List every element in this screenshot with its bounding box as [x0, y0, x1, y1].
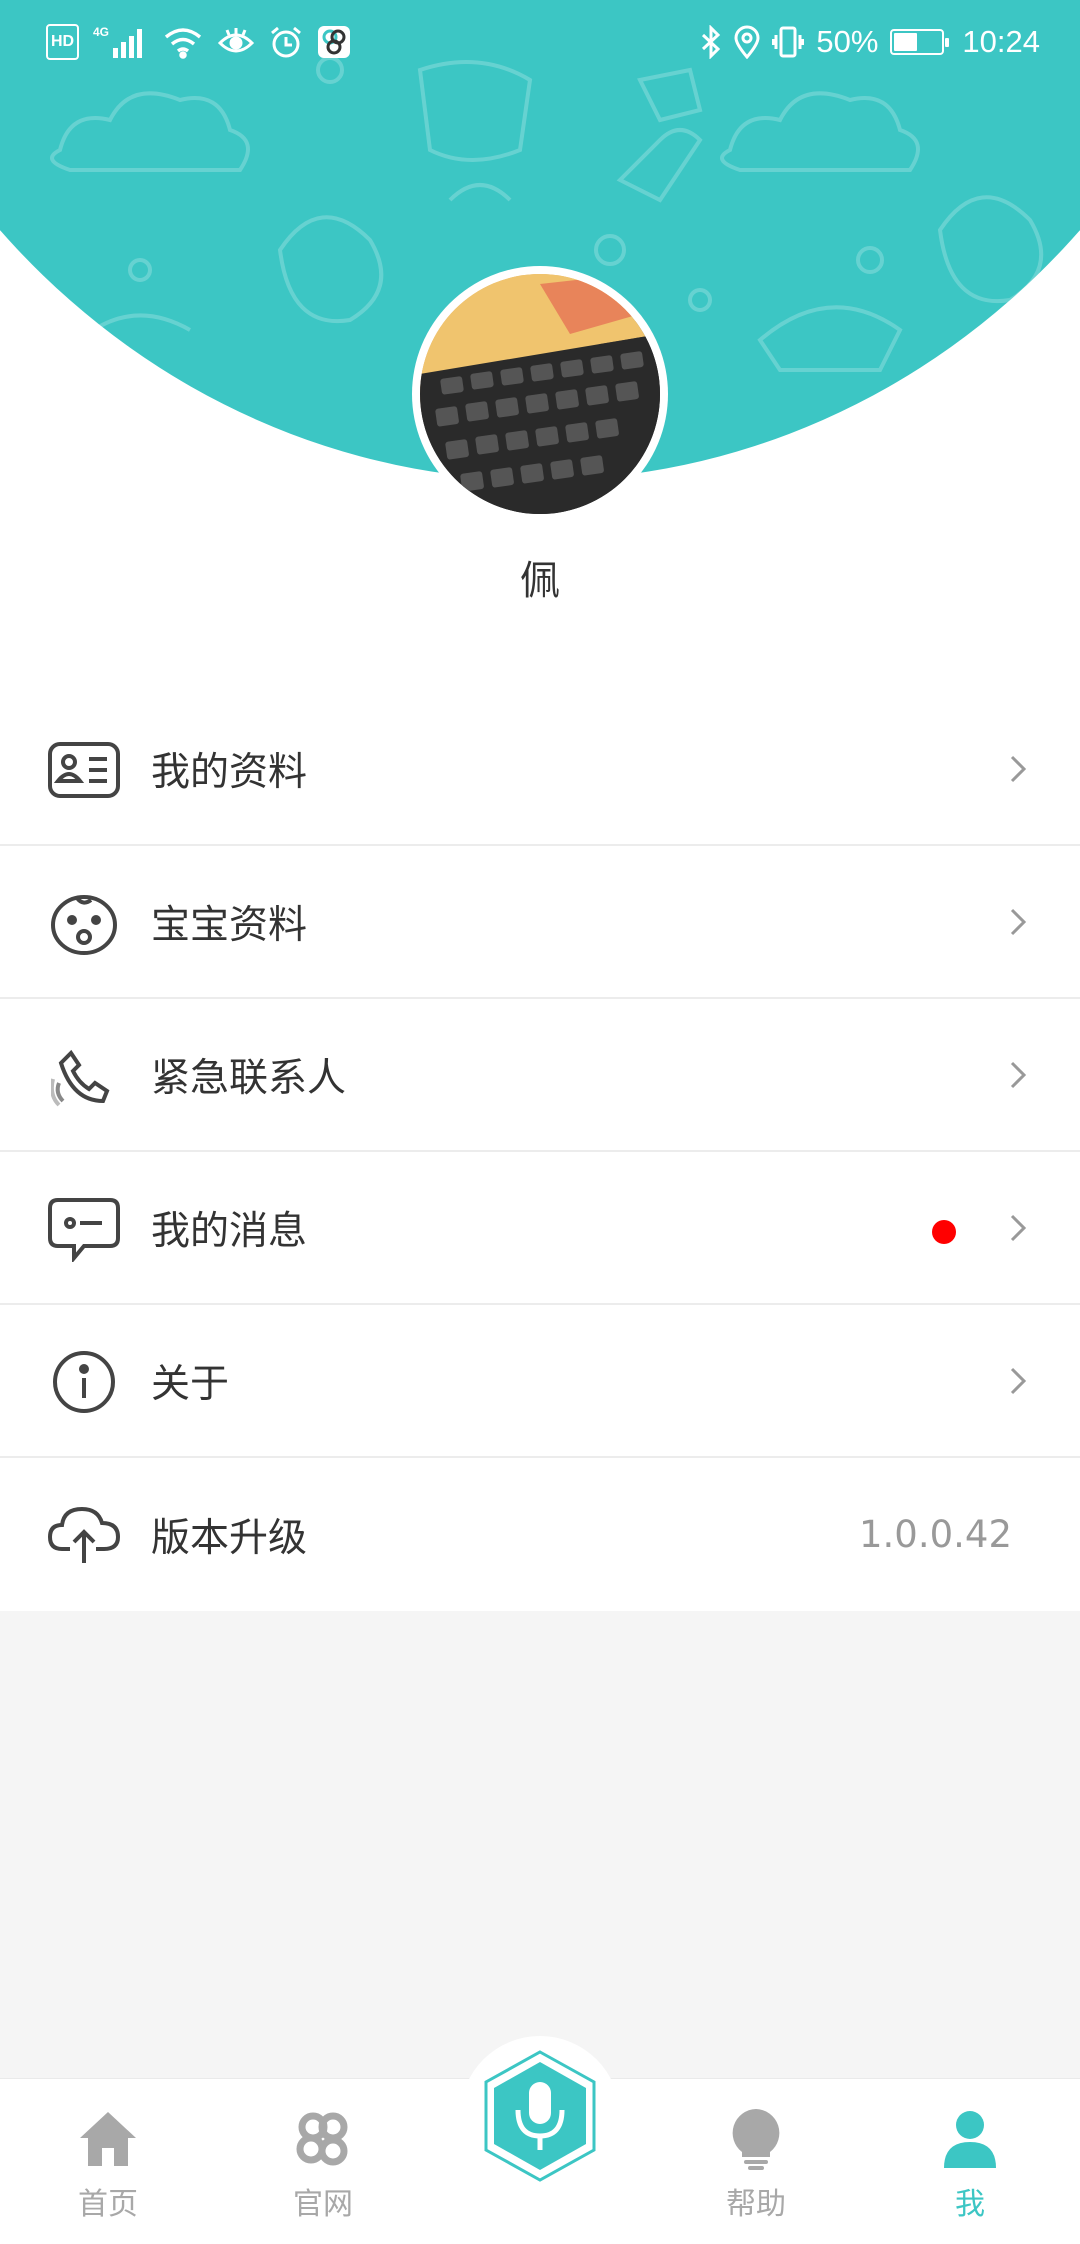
voice-button[interactable] [460, 2036, 620, 2196]
menu-item-version-upgrade[interactable]: 版本升级 1.0.0.42 [0, 1458, 1080, 1611]
menu-label: 我的资料 [151, 749, 308, 795]
menu-item-baby-profile[interactable]: 宝宝资料 [0, 846, 1080, 999]
avatar-photo [420, 274, 660, 514]
tab-label: 官网 [293, 2187, 353, 2222]
person-icon [938, 2107, 1002, 2171]
info-icon [46, 1347, 122, 1417]
menu-item-my-messages[interactable]: 我的消息 [0, 1152, 1080, 1305]
menu-item-emergency-contact[interactable]: 紧急联系人 [0, 999, 1080, 1152]
home-icon [76, 2107, 140, 2171]
chevron-right-icon [1010, 908, 1027, 936]
wifi-icon [163, 24, 203, 60]
chevron-right-icon [1010, 1367, 1027, 1395]
signal-icon: 4G [93, 24, 149, 60]
tab-me[interactable]: 我 [870, 2079, 1070, 2244]
app-notification-icon [317, 24, 351, 60]
menu-item-about[interactable]: 关于 [0, 1305, 1080, 1458]
tab-help[interactable]: 帮助 [656, 2079, 856, 2244]
menu-label: 紧急联系人 [151, 1055, 347, 1101]
svg-text:4G: 4G [93, 25, 109, 39]
chevron-right-icon [1010, 1214, 1027, 1242]
tab-official-site[interactable]: 官网 [223, 2079, 423, 2244]
flower-icon [291, 2107, 355, 2171]
chevron-right-icon [1010, 755, 1027, 783]
eye-comfort-icon [217, 24, 255, 60]
tab-label: 帮助 [726, 2187, 786, 2222]
hd-icon: HD [46, 24, 80, 60]
lightbulb-icon [724, 2107, 788, 2171]
menu-item-my-profile[interactable]: 我的资料 [0, 693, 1080, 846]
chevron-right-icon [1010, 1061, 1027, 1089]
id-card-icon [46, 735, 122, 805]
location-icon [734, 24, 760, 60]
status-bar: HD 4G 50% 10:24 [0, 0, 1080, 86]
bluetooth-icon [700, 24, 722, 60]
tab-label: 我 [955, 2187, 985, 2222]
tab-label: 首页 [78, 2187, 138, 2222]
vibrate-icon [772, 24, 805, 60]
menu-label: 我的消息 [151, 1208, 308, 1254]
baby-face-icon [46, 888, 122, 958]
menu-label: 关于 [151, 1361, 230, 1407]
phone-ringing-icon [46, 1041, 122, 1111]
cloud-upload-icon [46, 1500, 122, 1570]
alarm-icon [269, 24, 303, 60]
tab-home[interactable]: 首页 [8, 2079, 208, 2244]
profile-name: 佩 [520, 558, 560, 604]
clock: 10:24 [962, 24, 1040, 59]
microphone-icon [484, 2050, 596, 2182]
message-icon [46, 1194, 122, 1264]
battery-icon [890, 29, 950, 55]
menu-label: 宝宝资料 [151, 902, 308, 948]
version-number: 1.0.0.42 [859, 1513, 1012, 1556]
battery-percent: 50% [816, 24, 879, 59]
avatar[interactable] [412, 266, 668, 522]
menu-label: 版本升级 [151, 1515, 308, 1561]
unread-badge [932, 1220, 956, 1244]
settings-menu: 我的资料 宝宝资料 紧急联系人 我的消息 关于 版本升级 1.0.0.42 [0, 693, 1080, 1611]
